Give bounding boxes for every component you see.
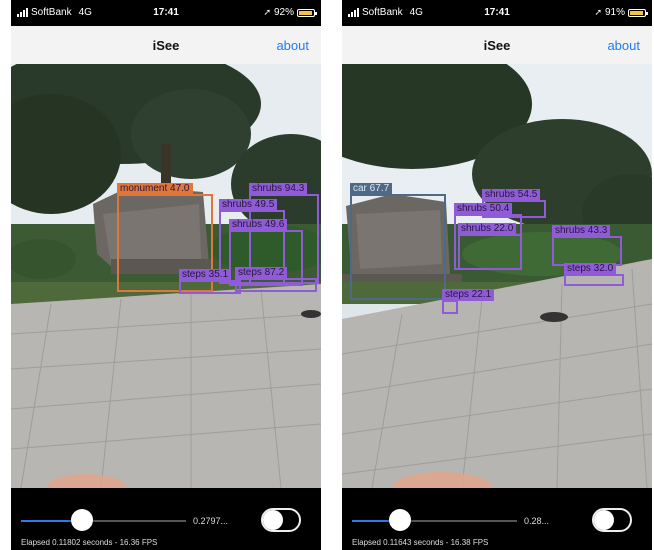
detection-label: shrubs 49.6 [229,219,288,231]
location-arrow-icon: ➚ [263,7,271,17]
navigation-bar: iSee about [342,26,652,64]
phone-screen-left: SoftBank 4G 17:41 ➚ 92% iSee about monum… [11,0,321,550]
detection-label: steps 32.0 [564,263,617,275]
detection-label: shrubs 54.5 [482,189,541,201]
control-bar: 0.2797... Elapsed 0.11802 seconds - 16.3… [11,488,321,550]
detection-label: steps 35.1 [179,269,232,281]
threshold-value: 0.28... [524,516,550,526]
elapsed-readout: Elapsed 0.11802 seconds - 16.36 FPS [21,538,158,547]
detection-label: steps 22.1 [442,289,495,301]
detection-box: shrubs 22.0 [458,223,522,270]
detection-label: monument 47.0 [117,183,193,195]
detection-label: shrubs 94.3 [249,183,308,195]
toggle-switch-icon[interactable] [592,508,632,532]
threshold-slider[interactable] [21,520,186,522]
detection-label: car 67.7 [350,183,393,195]
threshold-slider[interactable] [352,520,517,522]
control-bar: 0.28... Elapsed 0.11643 seconds - 16.38 … [342,488,652,550]
about-button[interactable]: about [276,38,309,53]
detection-box: steps 32.0 [564,263,624,286]
battery-icon [297,8,317,17]
detection-label: steps 87.2 [235,267,288,279]
elapsed-readout: Elapsed 0.11643 seconds - 16.38 FPS [352,538,489,547]
slider-thumb-icon[interactable] [71,509,94,531]
detection-box: steps 35.1 [179,269,241,294]
detection-label: shrubs 22.0 [458,223,517,235]
status-bar: SoftBank 4G 17:41 ➚ 91% [342,0,652,26]
navigation-bar: iSee about [11,26,321,64]
detection-box: shrubs 43.3 [552,225,622,266]
battery-icon [628,8,648,17]
detection-box: car 67.7 [350,183,446,300]
battery-percent: 92% [273,7,294,18]
app-title: iSee [483,38,511,53]
location-arrow-icon: ➚ [594,7,602,17]
detection-label: shrubs 50.4 [454,203,513,215]
detection-box: steps 22.1 [442,289,495,314]
app-title: iSee [152,38,180,53]
camera-preview: car 67.7 shrubs 54.5 shrubs 50.4 shrubs … [342,64,652,488]
detection-label: shrubs 43.3 [552,225,611,237]
detection-box: steps 87.2 [235,267,317,292]
battery-percent: 91% [604,7,625,18]
threshold-value: 0.2797... [193,516,229,526]
about-button[interactable]: about [607,38,640,53]
slider-thumb-icon[interactable] [388,509,411,531]
toggle-switch-icon[interactable] [261,508,301,532]
camera-preview: monument 47.0 shrubs 94.3 shrubs 49.5 sh… [11,64,321,488]
status-bar: SoftBank 4G 17:41 ➚ 92% [11,0,321,26]
detection-label: shrubs 49.5 [219,199,278,211]
phone-screen-right: SoftBank 4G 17:41 ➚ 91% iSee about car 6… [342,0,652,550]
